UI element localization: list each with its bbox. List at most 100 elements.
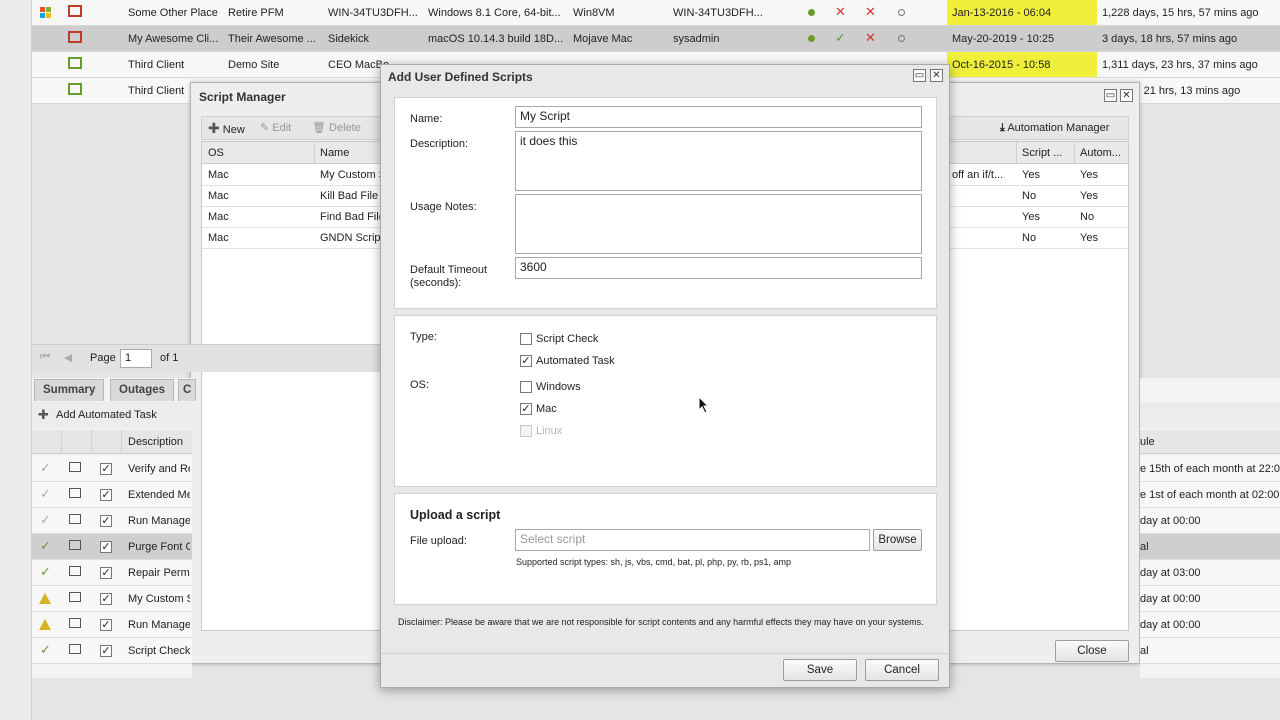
delete-label: Delete [329, 122, 361, 134]
task-row[interactable]: ✓ ✓ Repair Permi [32, 560, 192, 586]
script-check-cell: No [1022, 190, 1037, 202]
monitor-icon [69, 644, 81, 654]
timeout-field[interactable]: 3600 [515, 257, 922, 279]
linux-checkbox[interactable] [520, 425, 532, 437]
task-row[interactable]: ✓ ✓ Verify and Re [32, 456, 192, 482]
task-row-schedule[interactable]: al [1140, 534, 1280, 560]
script-check-cell: Yes [1022, 169, 1040, 181]
edit-script-button[interactable]: ✎ Edit [260, 118, 291, 138]
fail-x-icon: ✕ [835, 4, 846, 19]
last-seen-cell: Jan-13-2016 - 06:04 [952, 7, 1052, 19]
first-page-icon[interactable]: ⏮ [40, 351, 50, 364]
cancel-button[interactable]: Cancel [865, 659, 939, 681]
task-row-schedule[interactable]: day at 00:00 [1140, 612, 1280, 638]
close-icon[interactable]: ✕ [930, 69, 943, 82]
online-monitor-icon [68, 57, 82, 69]
automation-manager-label: Automation Manager [1007, 122, 1110, 134]
enabled-checkbox[interactable]: ✓ [100, 645, 112, 657]
maximize-icon[interactable]: ▭ [913, 69, 926, 82]
user-cell: WIN-34TU3DFH... [673, 7, 763, 19]
enabled-checkbox[interactable]: ✓ [100, 515, 112, 527]
site-cell: Their Awesome ... [228, 33, 316, 45]
mac-checkbox[interactable]: ✓ [520, 403, 532, 415]
task-row-schedule[interactable]: e 15th of each month at 22:0 [1140, 456, 1280, 482]
type-os-section: Type: Script Check ✓ Automated Task OS: … [394, 315, 937, 487]
add-automated-task-button[interactable]: Add Automated Task [56, 409, 157, 421]
delete-script-button[interactable]: 🗑 Delete [312, 118, 361, 138]
task-row-schedule[interactable]: day at 00:00 [1140, 586, 1280, 612]
os-cell: Mac [208, 232, 229, 244]
task-row[interactable]: ✓ My Custom S [32, 586, 192, 612]
task-row-schedule[interactable]: day at 00:00 [1140, 508, 1280, 534]
client-cell: Some Other Place [128, 7, 218, 19]
tab-outages[interactable]: Outages [110, 379, 175, 401]
task-description-cell: Verify and Re [128, 463, 190, 475]
windows-checkbox[interactable] [520, 381, 532, 393]
schedule-column-header[interactable]: ule [1140, 436, 1155, 448]
tab-summary[interactable]: Summary [34, 379, 105, 401]
task-row[interactable]: ✓ Run Manage [32, 612, 192, 638]
script-manager-close-button[interactable]: Close [1055, 640, 1129, 662]
description-field[interactable]: it does this [515, 131, 922, 191]
pencil-icon: ✎ [260, 122, 270, 134]
task-schedule-cell: al [1140, 541, 1149, 553]
task-schedule-cell: al [1140, 645, 1149, 657]
os-cell: Windows 8.1 Core, 64-bit... [428, 7, 561, 19]
enabled-checkbox[interactable]: ✓ [100, 541, 112, 553]
task-schedule-cell: day at 03:00 [1140, 567, 1201, 579]
fail-x-icon: ✕ [865, 30, 876, 45]
left-gutter [0, 0, 32, 720]
site-cell: Demo Site [228, 59, 280, 71]
task-row-schedule[interactable]: day at 03:00 [1140, 560, 1280, 586]
uptime-cell: 1,311 days, 23 hrs, 37 mins ago [1102, 59, 1258, 71]
os-label: OS: [410, 379, 429, 391]
task-schedule-cell: e 1st of each month at 02:00 [1140, 489, 1280, 501]
close-icon[interactable]: ✕ [1120, 89, 1133, 102]
new-script-button[interactable]: ✚ New [208, 118, 245, 138]
prev-page-icon[interactable]: ◀ [64, 351, 72, 364]
task-row[interactable]: ✓ ✓ Script Check [32, 638, 192, 664]
page-input[interactable]: 1 [120, 349, 152, 368]
enabled-checkbox[interactable]: ✓ [100, 567, 112, 579]
automated-task-checkbox[interactable]: ✓ [520, 355, 532, 367]
maximize-icon[interactable]: ▭ [1104, 89, 1117, 102]
file-upload-field[interactable]: Select script [515, 529, 870, 551]
task-description-cell: Extended Me [128, 489, 190, 501]
os-column-header[interactable]: OS [208, 147, 224, 159]
dialog-title: Add User Defined Scripts [388, 70, 533, 84]
task-row[interactable]: ✓ ✓ Run Manage [32, 508, 192, 534]
enabled-checkbox[interactable]: ✓ [100, 593, 112, 605]
task-row[interactable]: ✓ ✓ Extended Me [32, 482, 192, 508]
task-schedule-cell: day at 00:00 [1140, 619, 1201, 631]
browse-button[interactable]: Browse [873, 529, 922, 551]
save-button[interactable]: Save [783, 659, 857, 681]
automated-column-header[interactable]: Autom... [1080, 147, 1126, 159]
enabled-checkbox[interactable]: ✓ [100, 489, 112, 501]
automated-cell: Yes [1080, 190, 1098, 202]
plus-icon: ✚ [38, 407, 49, 422]
name-column-header[interactable]: Name [320, 147, 349, 159]
enabled-checkbox[interactable]: ✓ [100, 619, 112, 631]
schedule-header: ule [1140, 430, 1280, 454]
task-row[interactable]: ✓ ✓ Purge Font C [32, 534, 192, 560]
usage-notes-field[interactable] [515, 194, 922, 254]
device-row[interactable]: My Awesome Cli... Their Awesome ... Side… [32, 26, 1280, 52]
automation-manager-button[interactable]: ⤓ Automation Manager [1000, 118, 1109, 138]
task-row-schedule[interactable]: al [1140, 638, 1280, 664]
name-field[interactable]: My Script [515, 106, 922, 128]
device-row[interactable]: Some Other Place Retire PFM WIN-34TU3DFH… [32, 0, 1280, 26]
task-description-cell: My Custom S [128, 593, 190, 605]
enabled-checkbox[interactable]: ✓ [100, 463, 112, 475]
automated-cell: Yes [1080, 232, 1098, 244]
monitor-icon [69, 618, 81, 628]
description-column-header[interactable]: Description [128, 436, 190, 448]
task-row-schedule[interactable]: e 1st of each month at 02:00 [1140, 482, 1280, 508]
tab-other[interactable]: C [178, 379, 197, 401]
usage-notes-label: Usage Notes: [410, 201, 477, 213]
script-check-column-header[interactable]: Script ... [1022, 147, 1072, 159]
script-check-checkbox[interactable] [520, 333, 532, 345]
vm-cell: Mojave Mac [573, 33, 633, 45]
left-gutter-icons-top [0, 0, 32, 104]
disclaimer-text: Disclaimer: Please be aware that we are … [398, 617, 924, 627]
upload-section: Upload a script File upload: Select scri… [394, 493, 937, 605]
